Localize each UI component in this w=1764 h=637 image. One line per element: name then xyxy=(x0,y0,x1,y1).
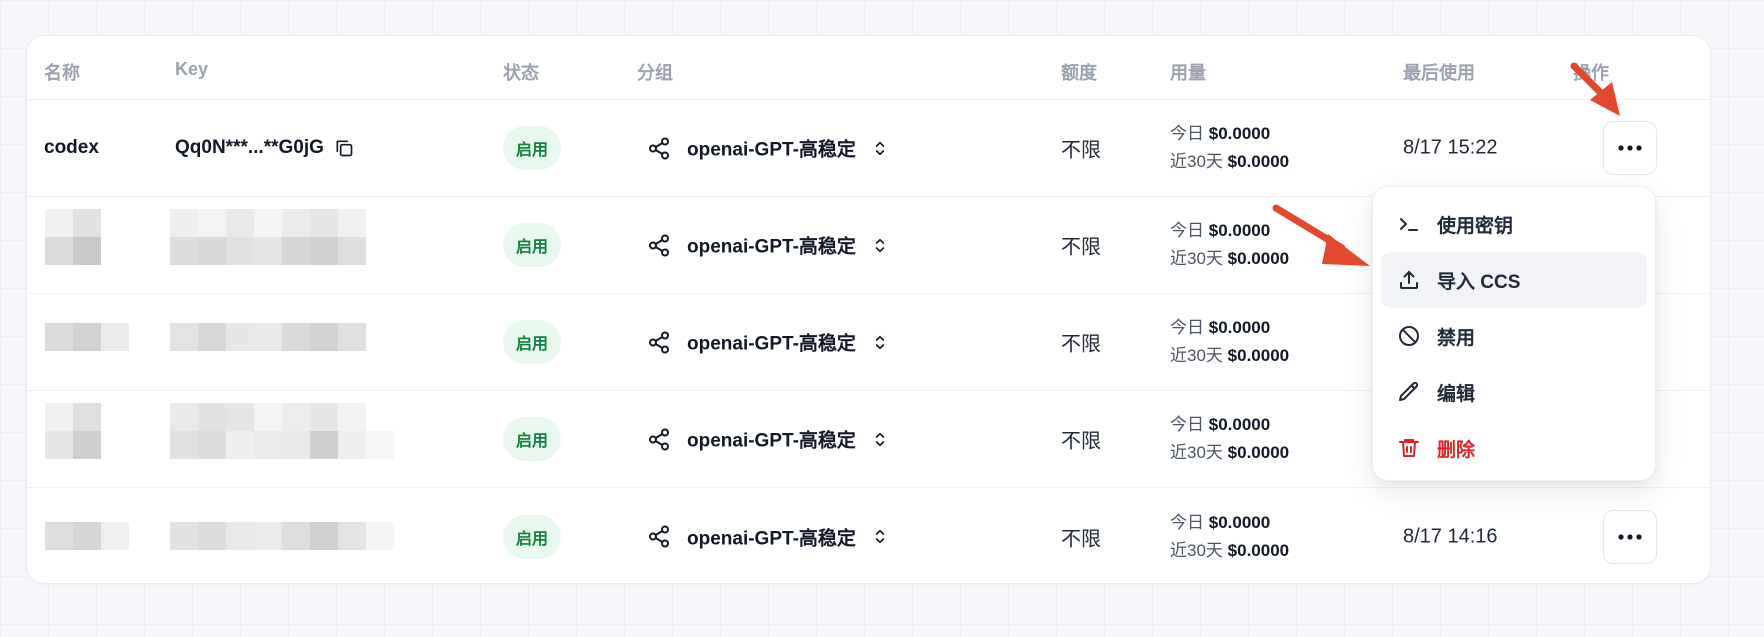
group-label: openai-GPT-高稳定 xyxy=(687,236,856,258)
more-horizontal-icon xyxy=(1618,533,1642,540)
chevron-up-down-icon xyxy=(875,141,885,155)
usage-month-label: 近30天 xyxy=(1170,346,1223,365)
redacted-key xyxy=(170,403,394,459)
share-icon xyxy=(649,525,669,548)
redacted-key xyxy=(170,522,394,550)
usage-value: 今日 $0.0000 近30天 $0.0000 xyxy=(1170,120,1289,176)
chevron-up-down-icon xyxy=(875,238,885,252)
header-name: 名称 xyxy=(44,63,80,83)
usage-month: $0.0000 xyxy=(1227,540,1290,560)
usage-value: 今日 $0.0000 近30天 $0.0000 xyxy=(1170,411,1289,467)
quota-value: 不限 xyxy=(1061,528,1101,550)
group-select[interactable]: openai-GPT-高稳定 xyxy=(647,426,890,453)
chevron-up-down-icon xyxy=(875,529,885,544)
header-status: 状态 xyxy=(503,63,539,83)
usage-today: $0.0000 xyxy=(1208,124,1271,143)
redacted-key xyxy=(170,209,366,265)
quota-value: 不限 xyxy=(1061,430,1101,453)
usage-today: $0.0000 xyxy=(1208,318,1271,337)
group-label: openai-GPT-高稳定 xyxy=(687,333,856,355)
menu-item-label: 编辑 xyxy=(1437,383,1476,405)
group-select[interactable]: openai-GPT-高稳定 xyxy=(647,329,890,356)
upload-icon xyxy=(1400,271,1418,289)
terminal-icon xyxy=(1400,218,1418,231)
key-text: Qq0N***...**G0jG xyxy=(175,137,324,158)
menu-item-edit[interactable]: 编辑 xyxy=(1381,364,1647,420)
menu-item-label: 删除 xyxy=(1437,439,1476,461)
usage-value: 今日 $0.0000 近30天 $0.0000 xyxy=(1170,509,1289,565)
status-badge: 启用 xyxy=(503,514,561,559)
annotation-arrow-icon xyxy=(1570,62,1620,116)
usage-month-label: 近30天 xyxy=(1170,540,1223,560)
usage-value: 今日 $0.0000 近30天 $0.0000 xyxy=(1170,314,1289,370)
share-icon xyxy=(649,331,669,353)
key-name: codex xyxy=(44,137,99,158)
redacted-name xyxy=(45,323,129,351)
share-icon xyxy=(649,428,669,450)
usage-today-label: 今日 xyxy=(1170,221,1204,240)
usage-month: $0.0000 xyxy=(1227,346,1290,365)
chevron-up-down-icon xyxy=(875,432,885,446)
quota-value: 不限 xyxy=(1061,139,1101,162)
menu-item-disable[interactable]: 禁用 xyxy=(1381,308,1647,364)
usage-today-label: 今日 xyxy=(1170,512,1204,532)
menu-item-label: 禁用 xyxy=(1437,327,1476,349)
annotation-arrow-icon xyxy=(1272,204,1370,266)
more-horizontal-icon xyxy=(1618,145,1642,151)
quota-value: 不限 xyxy=(1061,333,1101,356)
last-used-value: 8/17 14:16 xyxy=(1403,525,1498,547)
ban-icon xyxy=(1399,326,1419,346)
redacted-name xyxy=(45,403,101,459)
header-last-used: 最后使用 xyxy=(1403,63,1475,83)
group-label: openai-GPT-高稳定 xyxy=(687,528,856,549)
usage-today-label: 今日 xyxy=(1170,124,1204,143)
header-quota: 额度 xyxy=(1061,63,1097,83)
redacted-name xyxy=(45,522,129,550)
usage-today: $0.0000 xyxy=(1208,221,1271,240)
usage-today: $0.0000 xyxy=(1208,512,1271,532)
header-group: 分组 xyxy=(637,63,673,83)
actions-dropdown-menu: 使用密钥 导入 CCS 禁用 编辑 删除 xyxy=(1372,186,1656,481)
menu-item-delete[interactable]: 删除 xyxy=(1381,420,1647,476)
last-used-value: 8/17 15:22 xyxy=(1403,136,1498,159)
redacted-name xyxy=(45,209,101,265)
pencil-icon xyxy=(1399,381,1419,401)
usage-month: $0.0000 xyxy=(1227,152,1290,171)
usage-today-label: 今日 xyxy=(1170,415,1204,434)
group-select[interactable]: openai-GPT-高稳定 xyxy=(647,232,890,259)
status-badge: 启用 xyxy=(503,223,561,267)
menu-item-label: 导入 CCS xyxy=(1437,271,1521,293)
table-row: 启用 openai-GPT-高稳定 不限 今日 $0.0000 近30天 $0.… xyxy=(27,488,1710,583)
usage-today: $0.0000 xyxy=(1208,415,1271,434)
menu-item-use-key[interactable]: 使用密钥 xyxy=(1381,196,1647,252)
group-select[interactable]: openai-GPT-高稳定 xyxy=(647,135,890,162)
status-badge: 启用 xyxy=(503,320,561,364)
usage-month-label: 近30天 xyxy=(1170,249,1223,268)
usage-month-label: 近30天 xyxy=(1170,443,1223,462)
menu-item-label: 使用密钥 xyxy=(1437,215,1514,237)
status-badge: 启用 xyxy=(503,417,561,461)
key-value: Qq0N***...**G0jG xyxy=(175,137,354,159)
menu-item-import-ccs[interactable]: 导入 CCS xyxy=(1381,252,1647,308)
quota-value: 不限 xyxy=(1061,236,1101,259)
chevron-up-down-icon xyxy=(875,335,885,349)
status-badge: 启用 xyxy=(503,126,561,170)
trash-icon xyxy=(1399,439,1419,457)
share-icon xyxy=(649,234,669,256)
more-actions-button[interactable] xyxy=(1603,509,1657,564)
group-select[interactable]: openai-GPT-高稳定 xyxy=(647,523,890,550)
share-icon xyxy=(649,137,669,159)
usage-today-label: 今日 xyxy=(1170,318,1204,337)
table-row: codex Qq0N***...**G0jG 启用 openai-GPT-高稳定… xyxy=(27,100,1710,197)
usage-month: $0.0000 xyxy=(1227,443,1290,462)
group-label: openai-GPT-高稳定 xyxy=(687,139,856,161)
redacted-key xyxy=(170,323,366,351)
usage-month-label: 近30天 xyxy=(1170,152,1223,171)
group-label: openai-GPT-高稳定 xyxy=(687,430,856,452)
header-key: Key xyxy=(175,59,209,79)
more-actions-button[interactable] xyxy=(1603,121,1657,175)
copy-icon[interactable] xyxy=(334,138,354,158)
header-usage: 用量 xyxy=(1170,63,1206,83)
table-header: 名称 Key 状态 分组 额度 用量 最后使用 操作 xyxy=(27,36,1710,100)
